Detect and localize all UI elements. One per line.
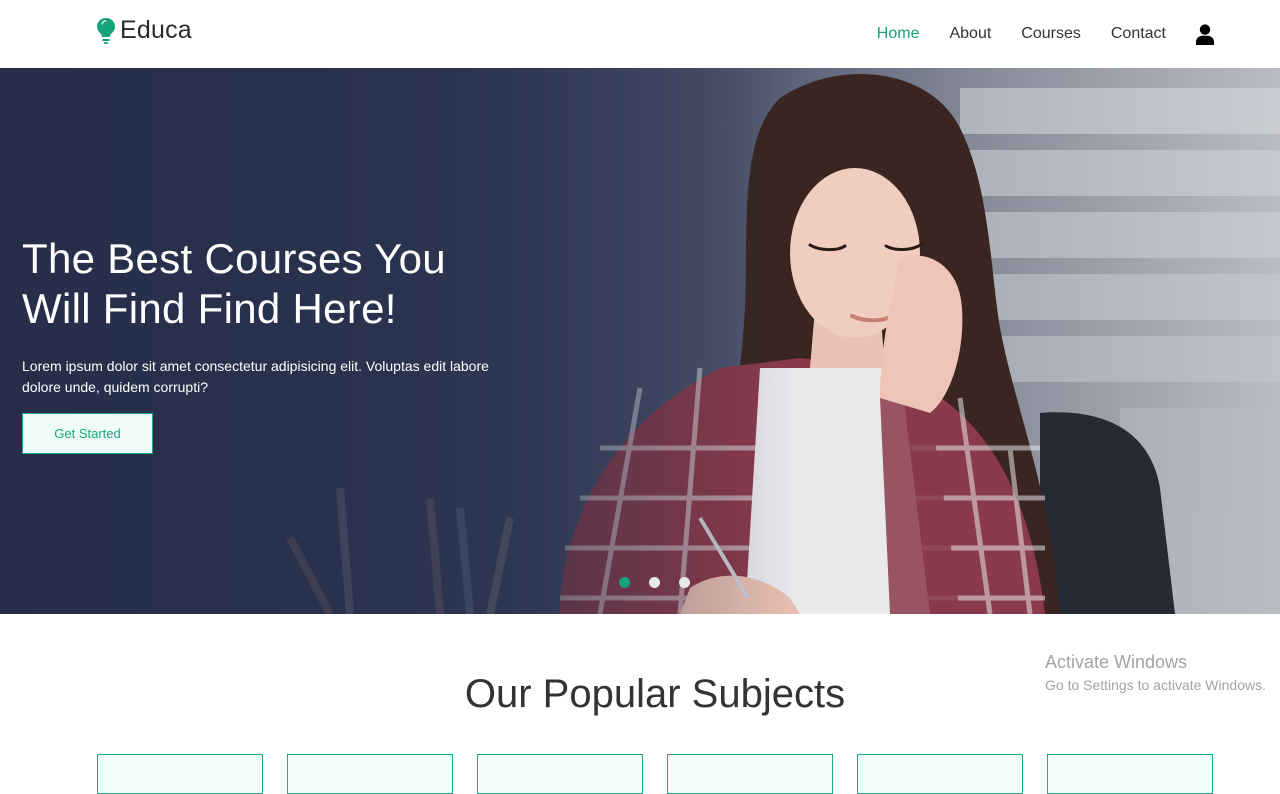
carousel-dots: [619, 577, 709, 588]
watermark-title: Activate Windows: [1045, 652, 1188, 672]
hero-subtitle: Lorem ipsum dolor sit amet consectetur a…: [22, 356, 522, 398]
subject-card[interactable]: [97, 754, 263, 794]
subject-card[interactable]: [857, 754, 1023, 794]
site-header: Educa Home About Courses Contact: [0, 0, 1280, 68]
hero-subtitle-line-2: dolore unde, quidem corrupti?: [22, 379, 209, 395]
hero-subtitle-line-1: Lorem ipsum dolor sit amet consectetur a…: [22, 358, 489, 374]
nav-contact[interactable]: Contact: [1111, 25, 1166, 43]
subject-card[interactable]: [287, 754, 453, 794]
nav-about[interactable]: About: [949, 25, 991, 43]
nav-courses[interactable]: Courses: [1021, 25, 1081, 43]
main-nav: Home About Courses Contact: [847, 0, 1214, 68]
watermark-subtitle: Go to Settings to activate Windows.: [1045, 677, 1266, 693]
hero-banner: The Best Courses You Will Find Find Here…: [0, 68, 1280, 614]
get-started-button[interactable]: Get Started: [22, 413, 153, 454]
hero-title-line-2: Will Find Find Here!: [22, 285, 397, 332]
hero-content: The Best Courses You Will Find Find Here…: [22, 234, 542, 454]
user-icon[interactable]: [1196, 23, 1214, 45]
carousel-dot-3[interactable]: [679, 577, 690, 588]
brand-name: Educa: [120, 16, 192, 44]
hero-title: The Best Courses You Will Find Find Here…: [22, 234, 542, 334]
hero-title-line-1: The Best Courses You: [22, 235, 446, 282]
windows-activation-watermark: Activate Windows Go to Settings to activ…: [1045, 651, 1266, 695]
carousel-dot-2[interactable]: [649, 577, 660, 588]
subject-card[interactable]: [1047, 754, 1213, 794]
subject-card[interactable]: [667, 754, 833, 794]
carousel-dot-1[interactable]: [619, 577, 630, 588]
lightbulb-icon: [97, 17, 115, 44]
subject-card[interactable]: [477, 754, 643, 794]
nav-home[interactable]: Home: [877, 25, 920, 43]
logo[interactable]: Educa: [96, 16, 192, 45]
